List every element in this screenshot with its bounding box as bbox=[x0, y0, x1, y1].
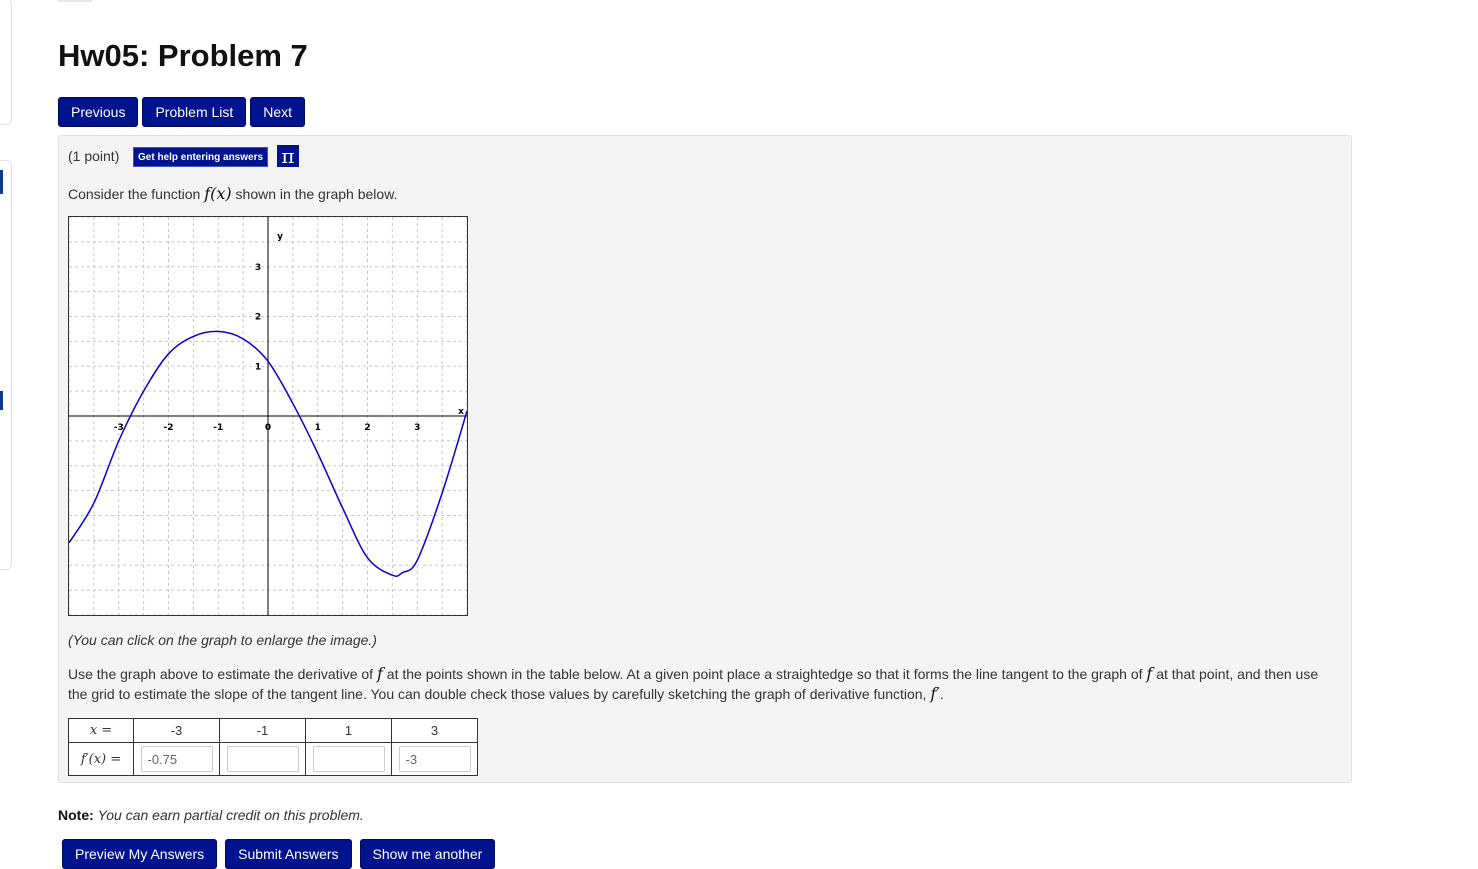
answer-cell bbox=[133, 742, 220, 776]
previous-button[interactable]: Previous bbox=[58, 97, 139, 127]
left-tab-marker[interactable] bbox=[0, 391, 3, 410]
y-axis-label: y bbox=[277, 232, 283, 242]
next-button[interactable]: Next bbox=[250, 97, 306, 127]
intro-text: shown in the graph below. bbox=[235, 186, 398, 202]
answer-cell bbox=[219, 742, 306, 776]
submit-answers-button[interactable]: Submit Answers bbox=[225, 839, 352, 869]
y-tick-label: 1 bbox=[255, 362, 261, 372]
x-tick-label: 2 bbox=[364, 423, 370, 433]
answer-cell bbox=[305, 742, 392, 776]
help-entering-answers-button[interactable]: Get help entering answers bbox=[133, 147, 269, 167]
answer-input-4[interactable] bbox=[398, 746, 471, 772]
instructions-text: at the points shown in the table below. … bbox=[386, 666, 1143, 682]
answer-input-2[interactable] bbox=[226, 746, 299, 772]
left-panel bbox=[0, 0, 12, 125]
page-title: Hw05: Problem 7 bbox=[58, 38, 308, 73]
x-axis-label: x bbox=[458, 407, 464, 417]
x-tick-label: 0 bbox=[265, 423, 271, 433]
top-edge bbox=[58, 0, 92, 2]
point-value: (1 point) bbox=[68, 148, 120, 164]
answer-cell bbox=[391, 742, 478, 776]
x-header: x = bbox=[68, 718, 134, 743]
function-graph[interactable]: -3 -2 -1 0 1 2 3 1 2 3 x y bbox=[68, 216, 468, 616]
problem-list-button[interactable]: Problem List bbox=[142, 97, 247, 127]
x-tick-label: -1 bbox=[213, 423, 223, 433]
left-panel bbox=[0, 160, 12, 570]
x-tick-label: 1 bbox=[315, 423, 321, 433]
derivative-table: x = -3 -1 1 3 f′(x) = bbox=[68, 718, 478, 776]
x-value: -3 bbox=[133, 718, 220, 743]
pi-icon[interactable]: π bbox=[277, 145, 299, 167]
answer-input-3[interactable] bbox=[312, 746, 385, 772]
intro-text: Consider the function bbox=[68, 186, 201, 202]
math-fx: f(x) bbox=[204, 184, 232, 203]
instructions-text: . bbox=[939, 686, 944, 702]
x-value: -1 bbox=[219, 718, 306, 743]
math-fprime: f′ bbox=[930, 684, 940, 703]
answer-input-1[interactable] bbox=[140, 746, 213, 772]
problem-body: (1 point) Get help entering answers π Co… bbox=[58, 135, 1352, 783]
math-f: f bbox=[376, 664, 383, 683]
instructions-text: Use the graph above to estimate the deri… bbox=[68, 666, 374, 682]
left-tab-marker[interactable] bbox=[0, 170, 3, 194]
graph-caption: (You can click on the graph to enlarge t… bbox=[68, 632, 377, 648]
show-another-button[interactable]: Show me another bbox=[359, 839, 496, 869]
x-value: 3 bbox=[391, 718, 478, 743]
problem-intro: Consider the function f(x) shown in the … bbox=[68, 184, 397, 203]
x-tick-label: -2 bbox=[164, 423, 174, 433]
preview-answers-button[interactable]: Preview My Answers bbox=[62, 839, 218, 869]
partial-credit-note: Note: You can earn partial credit on thi… bbox=[58, 807, 364, 823]
graph-canvas[interactable]: -3 -2 -1 0 1 2 3123xy bbox=[68, 216, 468, 616]
note-label: Note: bbox=[58, 807, 94, 823]
x-value: 1 bbox=[305, 718, 392, 743]
x-row: x = -3 -1 1 3 bbox=[68, 718, 478, 743]
y-tick-label: 3 bbox=[255, 263, 261, 273]
instructions: Use the graph above to estimate the deri… bbox=[68, 664, 1338, 704]
math-f: f bbox=[1146, 664, 1153, 683]
fprime-row: f′(x) = bbox=[68, 742, 478, 776]
y-tick-label: 2 bbox=[255, 313, 261, 323]
x-tick-label: 3 bbox=[414, 423, 420, 433]
fprime-header: f′(x) = bbox=[68, 742, 134, 776]
answer-actions: Preview My Answers Submit Answers Show m… bbox=[62, 839, 496, 869]
note-text: You can earn partial credit on this prob… bbox=[97, 807, 364, 823]
problem-nav: Previous Problem List Next bbox=[58, 97, 306, 127]
